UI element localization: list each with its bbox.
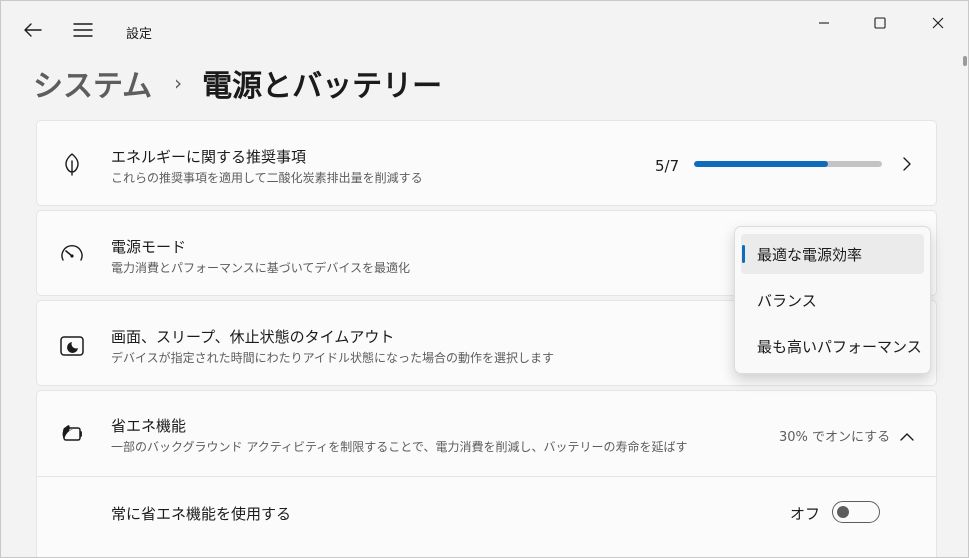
breadcrumb: システム › 電源とバッテリー xyxy=(33,59,442,107)
title-bar: 設定 xyxy=(1,1,968,49)
settings-window: 設定 システム › 電源とバッテリー エネルギーに関する推奨事項 これらの推奨事… xyxy=(0,0,969,558)
energy-progress-bar xyxy=(694,161,882,167)
energy-recommendations-subtitle: これらの推奨事項を適用して二酸化炭素排出量を削減する xyxy=(111,171,423,185)
leaf-icon xyxy=(59,151,85,177)
hamburger-icon xyxy=(73,22,93,41)
energy-progress-fill xyxy=(694,161,829,167)
minimize-icon xyxy=(818,14,830,33)
screen-sleep-title: 画面、スリープ、休止状態のタイムアウト xyxy=(111,328,395,346)
always-battery-saver-label: 常に省エネ機能を使用する xyxy=(111,505,292,523)
navigation-menu-button[interactable] xyxy=(65,13,101,49)
scrollbar-thumb[interactable] xyxy=(963,56,967,66)
breadcrumb-parent-link[interactable]: システム xyxy=(33,61,152,105)
battery-saver-subtitle: 一部のバックグラウンド アクティビティを制限することで、電力消費を削減し、バッテ… xyxy=(111,440,688,454)
app-title: 設定 xyxy=(126,27,153,42)
option-label: 最も高いパフォーマンス xyxy=(757,337,922,356)
breadcrumb-separator: › xyxy=(174,71,183,95)
minimize-button[interactable] xyxy=(801,7,847,39)
back-arrow-icon xyxy=(24,22,42,41)
maximize-button[interactable] xyxy=(857,7,903,39)
energy-recommendations-title: エネルギーに関する推奨事項 xyxy=(111,148,307,166)
power-mode-title: 電源モード xyxy=(111,238,187,256)
always-battery-saver-toggle[interactable] xyxy=(832,501,880,523)
battery-saver-icon xyxy=(59,421,85,447)
screen-sleep-icon xyxy=(59,333,85,359)
toggle-knob xyxy=(837,506,849,518)
screen-sleep-subtitle: デバイスが指定された時間にわたりアイドル状態になった場合の動作を選択します xyxy=(111,351,555,365)
expander-divider xyxy=(37,476,936,477)
energy-progress-count: 5/7 xyxy=(655,157,680,175)
toggle-state-label: オフ xyxy=(790,505,821,523)
page-title: 電源とバッテリー xyxy=(202,69,443,104)
energy-recommendations-card[interactable]: エネルギーに関する推奨事項 これらの推奨事項を適用して二酸化炭素排出量を削減する… xyxy=(36,120,937,206)
power-mode-subtitle: 電力消費とパフォーマンスに基づいてデバイスを最適化 xyxy=(111,261,411,275)
gauge-icon xyxy=(59,241,85,267)
chevron-up-icon[interactable] xyxy=(899,427,915,446)
battery-saver-expander: 省エネ機能 一部のバックグラウンド アクティビティを制限することで、電力消費を削… xyxy=(36,390,937,557)
back-button[interactable] xyxy=(15,13,51,49)
selection-indicator xyxy=(742,245,745,263)
option-label: 最適な電源効率 xyxy=(757,245,863,264)
close-icon xyxy=(932,14,944,33)
battery-saver-status: 30% でオンにする xyxy=(779,430,891,445)
chevron-right-icon xyxy=(902,156,912,176)
maximize-icon xyxy=(874,14,886,33)
power-mode-option-balanced[interactable]: バランス xyxy=(741,280,924,320)
power-mode-option-efficiency[interactable]: 最適な電源効率 xyxy=(741,234,924,274)
power-mode-option-performance[interactable]: 最も高いパフォーマンス xyxy=(741,326,924,366)
option-label: バランス xyxy=(757,291,817,310)
power-mode-dropdown: 最適な電源効率 バランス 最も高いパフォーマンス xyxy=(734,226,931,374)
close-button[interactable] xyxy=(915,7,961,39)
battery-saver-title: 省エネ機能 xyxy=(111,417,187,435)
